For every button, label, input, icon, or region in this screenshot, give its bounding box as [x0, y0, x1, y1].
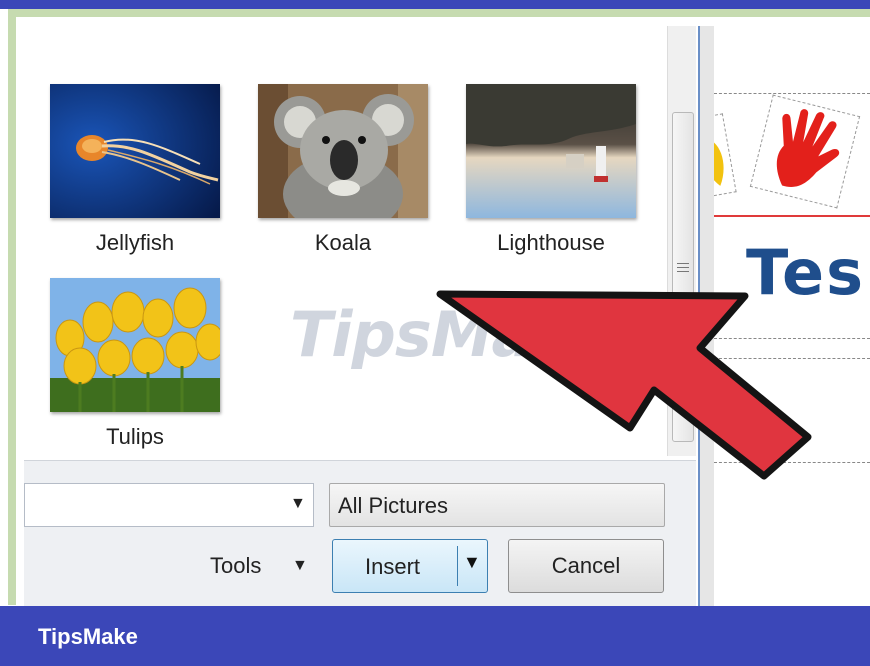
screenshot-frame: Jellyfish Koala Lighthouse Tulips ▼ All … [0, 0, 870, 666]
file-type-value: All Pictures [338, 493, 449, 518]
watermark: TipsMake.com [290, 298, 646, 371]
grip-line [677, 263, 689, 264]
split-divider [457, 546, 458, 586]
gallery-item-label: Koala [314, 230, 372, 255]
file-name-input[interactable] [24, 483, 314, 527]
handprint-clipart [749, 94, 861, 209]
jellyfish-photo [50, 84, 220, 218]
tools-menu[interactable]: Tools [210, 553, 261, 579]
tulips-photo [50, 278, 220, 412]
red-rule [714, 215, 870, 217]
watermark-suffix: .com [611, 344, 646, 360]
watermark-text: TipsMake [290, 298, 612, 371]
cancel-button[interactable]: Cancel [508, 539, 664, 593]
gallery-item-label: Jellyfish [95, 230, 175, 255]
divider [714, 358, 870, 359]
gallery-scrollbar[interactable] [667, 26, 696, 456]
dialog-bottom-panel: ▼ All Pictures Tools ▼ Insert ▼ Cancel [24, 460, 696, 606]
insert-options-chevron-icon[interactable]: ▼ [463, 552, 481, 573]
footer-brand: TipsMake [38, 624, 138, 649]
file-type-select[interactable]: All Pictures [329, 483, 665, 527]
lighthouse-photo [466, 84, 636, 218]
divider [714, 462, 870, 463]
scrollbar-thumb[interactable] [672, 112, 694, 442]
divider [714, 93, 870, 94]
koala-photo [258, 84, 428, 218]
picture-gallery: Jellyfish Koala Lighthouse Tulips [24, 26, 667, 456]
gallery-item-label: Lighthouse [497, 230, 605, 255]
footer-bar: TipsMake [0, 606, 870, 666]
clipart-frame [714, 113, 737, 199]
chevron-down-icon[interactable]: ▼ [290, 495, 306, 513]
grip-line [677, 267, 689, 268]
document-window-edge [698, 26, 714, 606]
document-title: Tes [746, 236, 866, 309]
chevron-down-icon[interactable]: ▼ [292, 557, 308, 575]
top-band [0, 0, 870, 9]
gallery-item-label: Tulips [106, 424, 164, 449]
insert-button[interactable]: Insert ▼ [332, 539, 488, 593]
grip-line [677, 271, 689, 272]
divider [714, 338, 870, 339]
insert-button-label: Insert [365, 554, 421, 579]
background-document: Tes [714, 26, 870, 606]
